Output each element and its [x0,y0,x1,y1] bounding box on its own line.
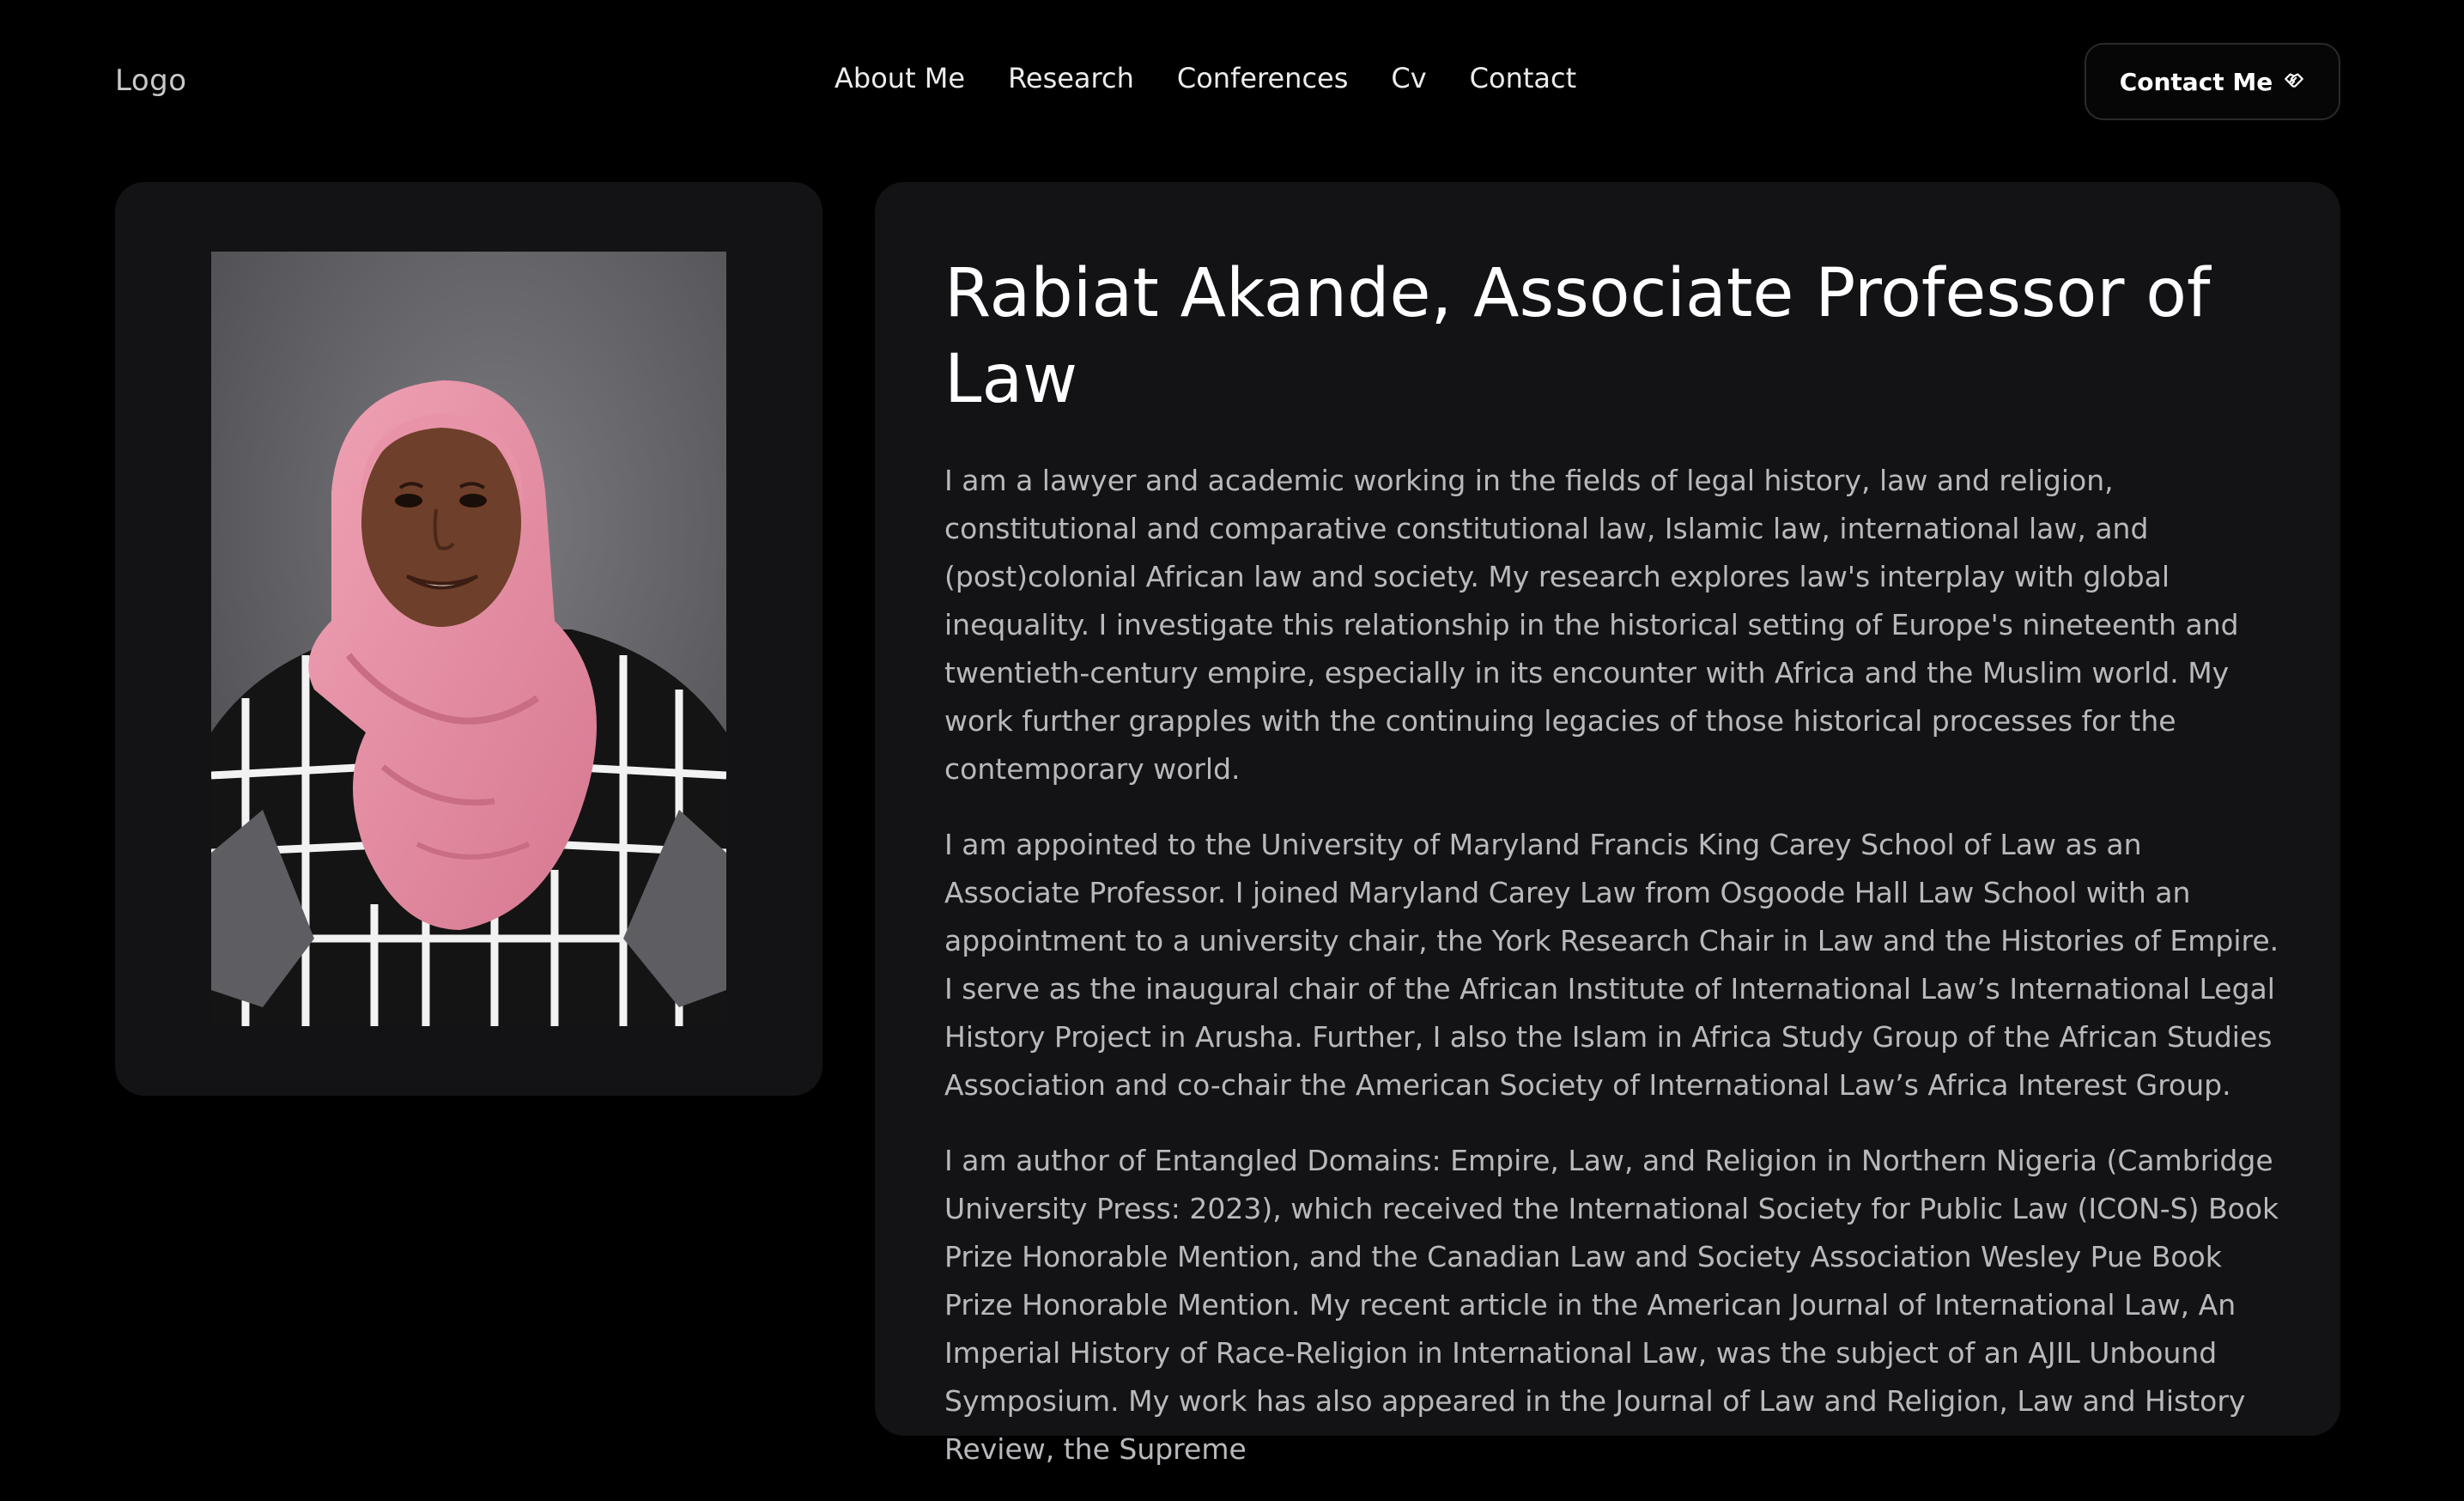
page-title: Rabiat Akande, Associate Professor of La… [944,255,2211,418]
bio-paragraph: I am appointed to the University of Mary… [944,828,2279,1102]
bio-paragraph: I am author of Entangled Domains: Empire… [944,1144,2279,1466]
photo-card [115,182,822,1096]
handshake-icon [2283,69,2305,94]
contact-me-button[interactable]: Contact Me [2085,43,2340,120]
logo[interactable]: Logo [115,64,187,98]
nav-item-conferences[interactable]: Conferences [1177,62,1349,94]
contact-me-button-label: Contact Me [2119,67,2273,96]
nav-item-contact[interactable]: Contact [1470,62,1577,94]
nav-item-cv[interactable]: Cv [1391,62,1426,94]
bio-text: I am a lawyer and academic working in th… [944,457,2284,1501]
bio-paragraph: I am a lawyer and academic working in th… [944,464,2239,786]
profile-photo [211,252,726,1026]
nav-item-about-me[interactable]: About Me [834,62,965,94]
main-nav: About Me Research Conferences Cv Contact [834,62,1576,94]
bio-card: Rabiat Akande, Associate Professor of La… [875,182,2340,1466]
nav-item-research[interactable]: Research [1008,62,1134,94]
site-header: Logo About Me Research Conferences Cv Co… [0,0,2464,163]
